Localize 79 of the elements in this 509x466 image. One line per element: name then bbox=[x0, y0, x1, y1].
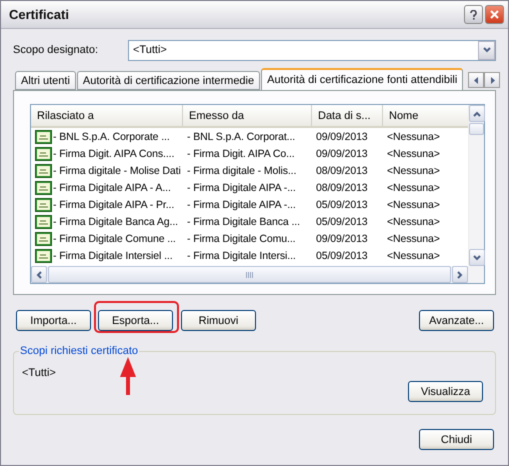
table-cell-text: 09/09/2013 bbox=[315, 148, 369, 160]
view-button[interactable]: Visualizza bbox=[408, 381, 483, 402]
certificate-icon bbox=[35, 146, 52, 160]
table-cell-text: - Firma Digitale AIPA -... bbox=[186, 182, 297, 194]
arrow-annotation bbox=[118, 357, 138, 395]
certificate-icon bbox=[35, 214, 52, 228]
column-header[interactable]: Data di s... bbox=[312, 105, 383, 126]
table-cell-text: <Nessuna> bbox=[386, 216, 441, 228]
table-cell-text: 09/09/2013 bbox=[315, 232, 369, 244]
table-cell: - Firma Digitale Comune ... bbox=[31, 232, 183, 246]
help-button[interactable] bbox=[464, 5, 483, 24]
table-cell-text: - Firma digitale - Molis... bbox=[186, 164, 298, 176]
certificate-icon bbox=[35, 180, 52, 194]
certificate-icon bbox=[35, 232, 52, 246]
certificate-icon bbox=[35, 130, 52, 144]
tab-scroll-left-button[interactable] bbox=[468, 72, 484, 88]
group-title: Scopi richiesti certificato bbox=[19, 345, 139, 357]
scope-dropdown[interactable]: <Tutti> bbox=[128, 40, 496, 60]
table-cell-text: - Firma Digitale AIPA -... bbox=[186, 198, 297, 210]
scroll-left-button[interactable] bbox=[31, 266, 47, 283]
close-icon bbox=[490, 10, 499, 19]
vertical-scrollbar[interactable] bbox=[468, 105, 484, 266]
certificate-icon bbox=[35, 198, 52, 212]
action-button[interactable]: Rimuovi bbox=[181, 310, 256, 331]
tab[interactable]: Altri utenti bbox=[15, 71, 76, 90]
table-cell-text: 08/09/2013 bbox=[315, 164, 369, 176]
scroll-thumb[interactable] bbox=[469, 123, 484, 135]
table-cell: - Firma Digitale Banca Ag... bbox=[31, 214, 183, 228]
triangle-left-icon bbox=[472, 76, 480, 84]
table-cell-text: <Nessuna> bbox=[386, 130, 441, 142]
tab-scroll-right-button[interactable] bbox=[484, 72, 500, 88]
tab[interactable]: Autorità di certificazione intermedie bbox=[76, 71, 260, 90]
table-cell-text: - Firma Digitale Intersi... bbox=[186, 250, 297, 262]
chevron-left-icon bbox=[36, 270, 42, 278]
advanced-button[interactable]: Avanzate... bbox=[419, 310, 494, 331]
help-icon bbox=[470, 10, 477, 20]
table-cell-text: - Firma Digitale Banca ... bbox=[186, 216, 301, 228]
chevron-up-icon bbox=[473, 110, 481, 116]
table-cell-text: <Nessuna> bbox=[386, 198, 441, 210]
table-cell-text: <Nessuna> bbox=[386, 148, 441, 160]
table-cell-text: - Firma Digit. AIPA Co... bbox=[186, 148, 296, 160]
dropdown-button[interactable] bbox=[478, 40, 495, 60]
chevron-down-icon bbox=[473, 254, 481, 260]
column-header[interactable]: Rilasciato a bbox=[31, 105, 183, 126]
action-button[interactable]: Importa... bbox=[16, 310, 91, 331]
close-dialog-button[interactable]: Chiudi bbox=[419, 429, 494, 450]
certificate-icon bbox=[35, 164, 52, 178]
table-cell-text: 08/09/2013 bbox=[315, 182, 369, 194]
grip-icon bbox=[246, 272, 253, 278]
table-cell-text: 09/09/2013 bbox=[315, 130, 369, 142]
close-button[interactable] bbox=[485, 5, 504, 24]
table-cell-text: 05/09/2013 bbox=[315, 216, 369, 228]
scope-label: Scopo designato: bbox=[13, 44, 100, 56]
table-cell-text: <Nessuna> bbox=[386, 164, 441, 176]
table-cell-text: <Nessuna> bbox=[386, 182, 441, 194]
triangle-right-icon bbox=[488, 76, 496, 84]
column-header[interactable]: Emesso da bbox=[183, 105, 312, 126]
table-cell: - Firma Digitale Intersiel ... bbox=[31, 248, 183, 262]
table-cell-text: - Firma Digitale Comu... bbox=[186, 232, 296, 244]
chevron-right-icon bbox=[457, 270, 463, 278]
certificate-icon bbox=[35, 248, 52, 262]
chevron-down-icon bbox=[482, 47, 490, 53]
table-cell-text: - BNL S.p.A. Corporat... bbox=[186, 130, 296, 142]
table-cell: - Firma digitale - Molise Dati bbox=[31, 164, 183, 178]
table-cell-text: 05/09/2013 bbox=[315, 198, 369, 210]
table-cell: - Firma Digitale AIPA - Pr... bbox=[31, 198, 183, 212]
scroll-up-button[interactable] bbox=[469, 105, 485, 122]
scroll-down-button[interactable] bbox=[469, 249, 485, 266]
action-button[interactable]: Esporta... bbox=[98, 310, 173, 331]
table-cell-text: <Nessuna> bbox=[386, 250, 441, 262]
table-cell-text: 05/09/2013 bbox=[315, 250, 369, 262]
table-cell: - BNL S.p.A. Corporate ... bbox=[31, 130, 183, 144]
table-cell: - Firma Digit. AIPA Cons.... bbox=[31, 146, 183, 160]
table-cell-text: <Nessuna> bbox=[386, 232, 441, 244]
purpose-value: <Tutti> bbox=[22, 367, 56, 379]
scroll-right-button[interactable] bbox=[452, 266, 468, 283]
tab[interactable]: Autorità di certificazione fonti attendibili bbox=[261, 68, 464, 90]
window-title: Certificati bbox=[9, 7, 70, 22]
table-cell: - Firma Digitale AIPA - A... bbox=[31, 180, 183, 194]
